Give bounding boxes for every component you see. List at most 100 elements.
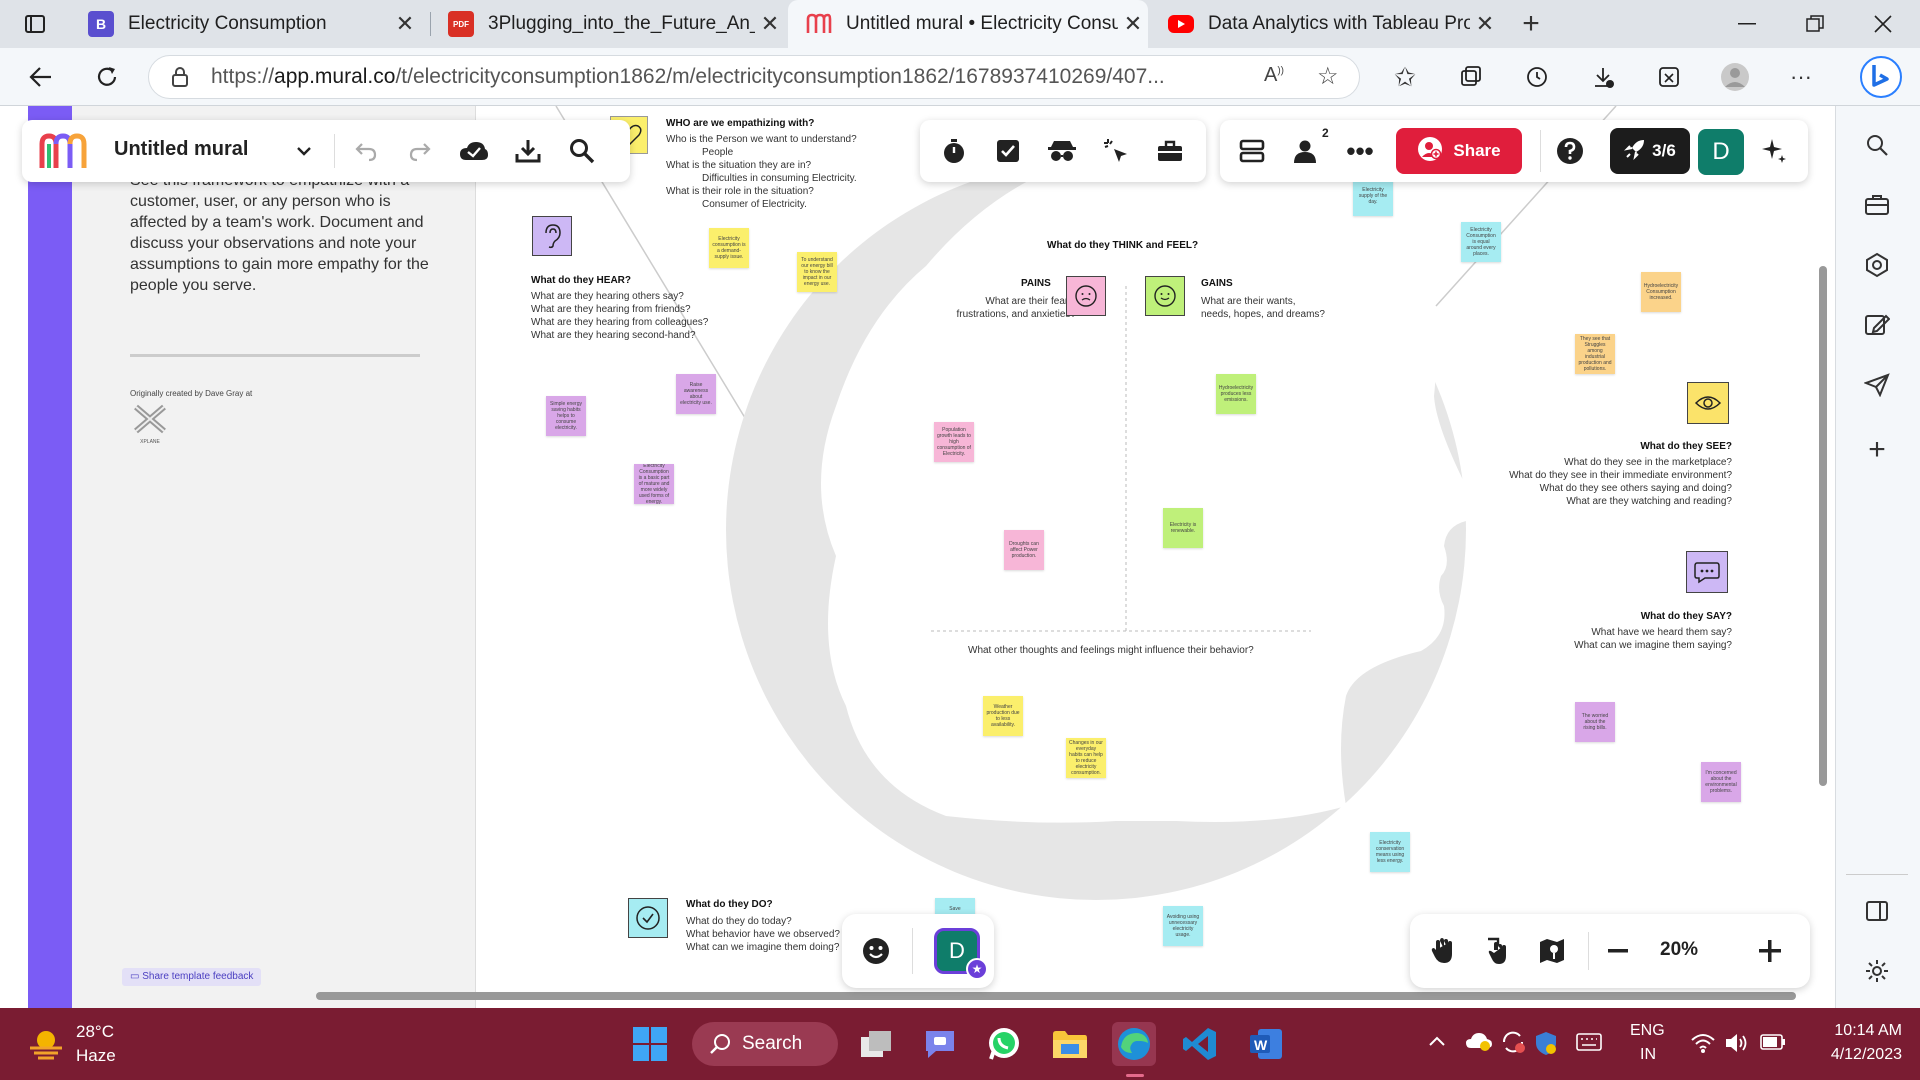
sticky-note[interactable]: Electricity supply of the day. bbox=[1353, 176, 1393, 216]
add-sidebar-app-icon[interactable]: + bbox=[1858, 431, 1896, 469]
close-tab-icon[interactable]: ✕ bbox=[1118, 11, 1148, 37]
close-tab-icon[interactable]: ✕ bbox=[755, 11, 785, 37]
file-explorer-icon[interactable] bbox=[1048, 1022, 1092, 1066]
sticky-note[interactable]: Hydroelectricity produces less emissions… bbox=[1216, 374, 1256, 414]
tab-actions-icon[interactable] bbox=[16, 5, 54, 43]
sidebar-settings-icon[interactable] bbox=[1858, 952, 1896, 990]
restore-icon[interactable] bbox=[1796, 5, 1834, 43]
search-sidebar-icon[interactable] bbox=[1858, 126, 1896, 164]
sticky-note[interactable]: Electricity is renewable. bbox=[1163, 508, 1203, 548]
user-avatar[interactable]: D bbox=[1698, 129, 1744, 175]
laser-pointer-icon[interactable] bbox=[1098, 133, 1134, 169]
mural-canvas[interactable]: WHO are we empathizing with? Who is the … bbox=[316, 106, 1835, 1008]
private-mode-icon[interactable] bbox=[1044, 133, 1080, 169]
help-icon[interactable] bbox=[1552, 133, 1588, 169]
taskbar-search-box[interactable]: Search bbox=[692, 1022, 838, 1066]
participants-icon[interactable] bbox=[1288, 133, 1324, 169]
emoji-reaction-icon[interactable] bbox=[858, 933, 894, 969]
redo-icon[interactable] bbox=[402, 133, 438, 169]
sticky-note[interactable]: Raise awareness about electricity use. bbox=[676, 374, 716, 414]
more-options-icon[interactable]: ••• bbox=[1342, 133, 1378, 169]
ai-sparkle-icon[interactable] bbox=[1756, 133, 1792, 169]
sticky-note[interactable]: Electricity Consumption is a basic part … bbox=[634, 464, 674, 504]
downloads-icon[interactable] bbox=[1584, 58, 1622, 96]
tab-pdf[interactable]: PDF 3Plugging_into_the_Future_An_E ✕ bbox=[430, 0, 785, 48]
games-icon[interactable] bbox=[1858, 246, 1896, 284]
sticky-note[interactable]: The worried about the rising bills. bbox=[1575, 702, 1615, 742]
chevron-down-icon[interactable] bbox=[286, 133, 322, 169]
sticky-note[interactable]: Weather production due to less availabil… bbox=[983, 696, 1023, 736]
chevron-up-icon[interactable] bbox=[1428, 1034, 1446, 1052]
collections-icon[interactable] bbox=[1452, 58, 1490, 96]
minimize-icon[interactable] bbox=[1728, 5, 1766, 43]
windows-start-icon[interactable] bbox=[628, 1022, 672, 1066]
read-aloud-icon[interactable]: A)) bbox=[1264, 64, 1284, 87]
map-outline-icon[interactable] bbox=[1534, 933, 1570, 969]
math-solver-icon[interactable] bbox=[1650, 58, 1688, 96]
close-window-icon[interactable] bbox=[1864, 5, 1902, 43]
word-icon[interactable]: W bbox=[1244, 1022, 1288, 1066]
mural-title[interactable]: Untitled mural bbox=[114, 138, 248, 161]
onboarding-progress-button[interactable]: 3/6 bbox=[1610, 128, 1690, 174]
sync-icon[interactable] bbox=[1500, 1030, 1526, 1059]
zoom-level[interactable]: 20% bbox=[1660, 939, 1698, 961]
task-view-icon[interactable] bbox=[854, 1022, 898, 1066]
touch-select-icon[interactable] bbox=[1480, 933, 1516, 969]
tab-electricity-consumption[interactable]: B Electricity Consumption ✕ bbox=[70, 0, 420, 48]
sticky-note[interactable]: Electricity Consumption is equal around … bbox=[1461, 222, 1501, 262]
share-feedback-link[interactable]: ▭ Share template feedback bbox=[122, 968, 262, 986]
sticky-note[interactable]: Population growth leads to high consumpt… bbox=[934, 422, 974, 462]
back-icon[interactable] bbox=[22, 58, 60, 96]
cloud-saved-icon[interactable] bbox=[456, 133, 492, 169]
close-tab-icon[interactable]: ✕ bbox=[1470, 11, 1500, 37]
sticky-note[interactable]: They see that Struggles among industrial… bbox=[1575, 334, 1615, 374]
vscode-icon[interactable] bbox=[1178, 1022, 1222, 1066]
refresh-icon[interactable] bbox=[88, 58, 126, 96]
horizontal-scrollbar[interactable] bbox=[316, 992, 1796, 1000]
sticky-note[interactable]: Droughts can affect Power production. bbox=[1004, 530, 1044, 570]
close-tab-icon[interactable]: ✕ bbox=[390, 11, 420, 37]
sticky-note[interactable]: Electricity consumption is a demand-supp… bbox=[709, 228, 749, 268]
outline-icon[interactable] bbox=[1234, 133, 1270, 169]
wifi-icon[interactable] bbox=[1690, 1032, 1716, 1059]
vertical-scrollbar[interactable] bbox=[1819, 266, 1827, 786]
sticky-note[interactable]: Avoiding using unnecessary electricity u… bbox=[1163, 906, 1203, 946]
send-icon[interactable] bbox=[1858, 366, 1896, 404]
weather-haze-icon[interactable] bbox=[28, 1026, 64, 1065]
new-tab-icon[interactable]: + bbox=[1512, 5, 1550, 43]
address-bar[interactable]: https://app.mural.co/t/electricityconsum… bbox=[148, 55, 1360, 99]
clock-time[interactable]: 10:14 AM bbox=[1812, 1022, 1902, 1040]
share-button[interactable]: Share bbox=[1396, 128, 1522, 174]
battery-icon[interactable] bbox=[1760, 1034, 1786, 1055]
undo-icon[interactable] bbox=[348, 133, 384, 169]
hand-pan-icon[interactable] bbox=[1426, 933, 1462, 969]
sticky-note[interactable]: Simple energy saving habits helps to con… bbox=[546, 396, 586, 436]
language-indicator[interactable]: ENG bbox=[1630, 1022, 1665, 1040]
sticky-note[interactable]: To understand our energy bill to know th… bbox=[797, 252, 837, 292]
sticky-note[interactable]: I'm concerned about the environmental pr… bbox=[1701, 762, 1741, 802]
tools-briefcase-icon[interactable] bbox=[1858, 186, 1896, 224]
download-icon[interactable] bbox=[510, 133, 546, 169]
search-icon[interactable] bbox=[564, 133, 600, 169]
hide-sidebar-icon[interactable] bbox=[1858, 892, 1896, 930]
tab-youtube[interactable]: Data Analytics with Tableau Proje ✕ bbox=[1150, 0, 1500, 48]
settings-more-icon[interactable]: ··· bbox=[1782, 58, 1820, 96]
office-edit-icon[interactable] bbox=[1858, 306, 1896, 344]
add-favorite-icon[interactable]: ☆ bbox=[1317, 62, 1339, 91]
sticky-note[interactable]: Electricity conservation means using les… bbox=[1370, 832, 1410, 872]
lock-icon[interactable] bbox=[171, 66, 189, 94]
toolkit-briefcase-icon[interactable] bbox=[1152, 133, 1188, 169]
timer-icon[interactable] bbox=[936, 133, 972, 169]
onedrive-icon[interactable] bbox=[1465, 1030, 1493, 1057]
tab-mural[interactable]: Untitled mural • Electricity Consu ✕ bbox=[788, 0, 1148, 48]
voting-icon[interactable] bbox=[990, 133, 1026, 169]
defender-shield-icon[interactable] bbox=[1534, 1030, 1558, 1061]
whatsapp-icon[interactable] bbox=[982, 1022, 1026, 1066]
zoom-out-icon[interactable] bbox=[1600, 933, 1636, 969]
profile-icon[interactable] bbox=[1716, 58, 1754, 96]
keyboard-icon[interactable] bbox=[1576, 1032, 1602, 1057]
history-icon[interactable] bbox=[1518, 58, 1556, 96]
teams-chat-icon[interactable] bbox=[918, 1022, 962, 1066]
zoom-in-icon[interactable] bbox=[1752, 933, 1788, 969]
sticky-note[interactable]: Hydroelectricity Consumption increased. bbox=[1641, 272, 1681, 312]
